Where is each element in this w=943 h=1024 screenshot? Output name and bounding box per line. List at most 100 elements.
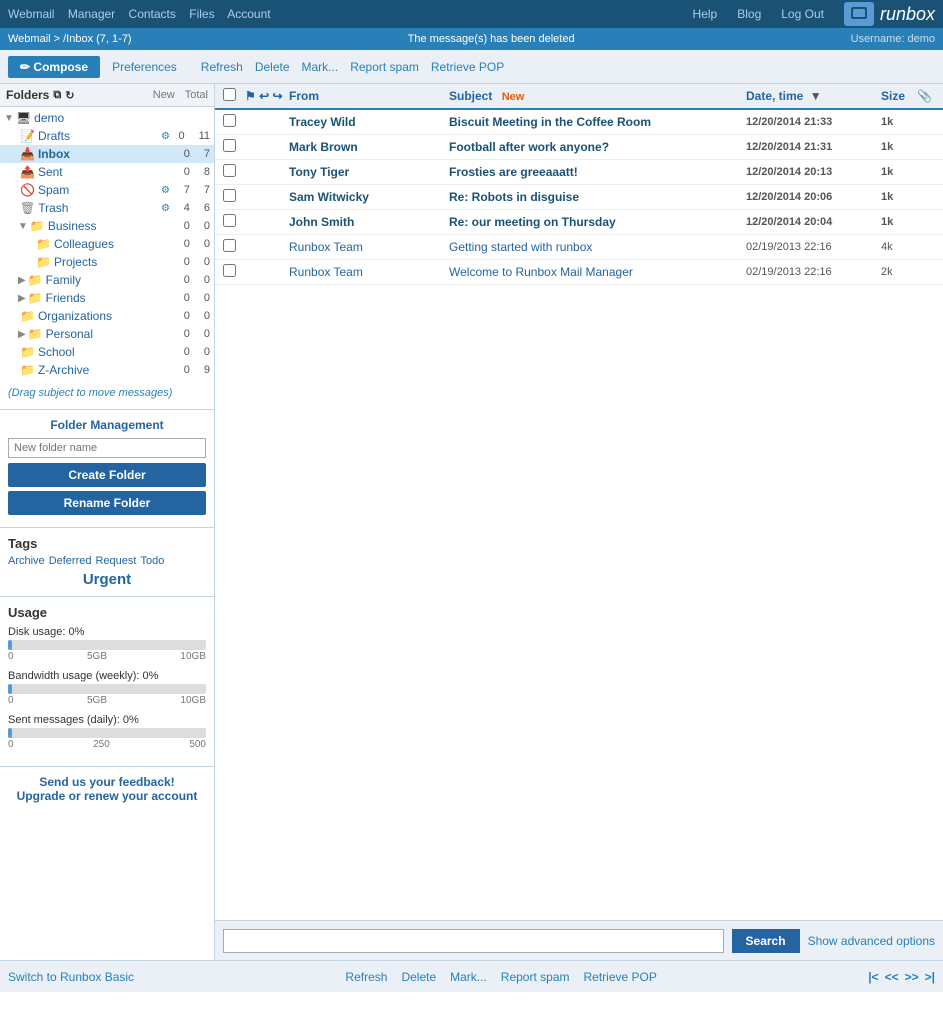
row-check-5[interactable] [223, 214, 245, 230]
row-subject-1[interactable]: Biscuit Meeting in the Coffee Room [449, 115, 746, 129]
compose-button[interactable]: ✏ Compose [8, 56, 100, 78]
row-from-7[interactable]: Runbox Team [289, 265, 449, 279]
nav-contacts[interactable]: Contacts [129, 7, 176, 21]
table-row[interactable]: Runbox Team Welcome to Runbox Mail Manag… [215, 260, 943, 285]
pager-first[interactable]: |< [868, 970, 878, 984]
preferences-link[interactable]: Preferences [112, 60, 177, 74]
header-size[interactable]: Size [881, 89, 917, 103]
mark-link[interactable]: Mark... [302, 60, 339, 74]
tag-request[interactable]: Request [95, 555, 136, 567]
row-from-1[interactable]: Tracey Wild [289, 115, 449, 129]
table-row[interactable]: Mark Brown Football after work anyone? 1… [215, 135, 943, 160]
nav-logout[interactable]: Log Out [781, 7, 824, 21]
bottom-refresh[interactable]: Refresh [345, 970, 387, 984]
row-subject-3[interactable]: Frosties are greeaaatt! [449, 165, 746, 179]
row-subject-7[interactable]: Welcome to Runbox Mail Manager [449, 265, 746, 279]
feedback-line1[interactable]: Send us your feedback! [39, 775, 174, 789]
nav-webmail[interactable]: Webmail [8, 7, 54, 21]
demo-icon: 🖥 [16, 111, 31, 125]
sidebar-item-personal[interactable]: ▶ 📁 Personal 0 0 [0, 325, 214, 343]
nav-help[interactable]: Help [693, 7, 718, 21]
pager-next[interactable]: >> [905, 970, 919, 984]
row-subject-5[interactable]: Re: our meeting on Thursday [449, 215, 746, 229]
table-row[interactable]: Tracey Wild Biscuit Meeting in the Coffe… [215, 110, 943, 135]
sidebar-item-demo[interactable]: ▼ 🖥 demo [0, 109, 214, 127]
tag-deferred[interactable]: Deferred [49, 555, 92, 567]
badge-drafts: ⚙ [161, 131, 170, 142]
table-row[interactable]: Runbox Team Getting started with runbox … [215, 235, 943, 260]
row-from-4[interactable]: Sam Witwicky [289, 190, 449, 204]
sidebar-item-inbox[interactable]: 📥 Inbox 0 7 [0, 145, 214, 163]
row-from-2[interactable]: Mark Brown [289, 140, 449, 154]
breadcrumb-bar: Webmail > /Inbox (7, 1-7) The message(s)… [0, 28, 943, 50]
header-from[interactable]: From [289, 89, 449, 103]
sidebar-item-colleagues[interactable]: 📁 Colleagues 0 0 [0, 235, 214, 253]
sidebar-item-drafts[interactable]: 📝 Drafts ⚙ 0 11 [0, 127, 214, 145]
header-attach: 📎 [917, 89, 935, 103]
delete-link[interactable]: Delete [255, 60, 290, 74]
row-check-7[interactable] [223, 264, 245, 280]
switch-basic-link[interactable]: Switch to Runbox Basic [8, 970, 134, 984]
personal-total: 0 [204, 328, 210, 340]
tag-urgent[interactable]: Urgent [8, 571, 206, 588]
bw-scale-0: 0 [8, 695, 14, 706]
bottom-mark[interactable]: Mark... [450, 970, 487, 984]
sidebar-item-spam[interactable]: 🚫 Spam ⚙ 7 7 [0, 181, 214, 199]
nav-blog[interactable]: Blog [737, 7, 761, 21]
sidebar-item-family[interactable]: ▶ 📁 Family 0 0 [0, 271, 214, 289]
table-row[interactable]: Sam Witwicky Re: Robots in disguise 12/2… [215, 185, 943, 210]
sidebar-item-trash[interactable]: 🗑 Trash ⚙ 4 6 [0, 199, 214, 217]
compose-label: Compose [33, 60, 88, 74]
folder-name-demo: demo [34, 111, 210, 125]
row-from-6[interactable]: Runbox Team [289, 240, 449, 254]
header-date[interactable]: Date, time ▼ [746, 89, 881, 103]
sidebar-item-projects[interactable]: 📁 Projects 0 0 [0, 253, 214, 271]
sidebar-item-friends[interactable]: ▶ 📁 Friends 0 0 [0, 289, 214, 307]
bottom-retrieve-pop[interactable]: Retrieve POP [584, 970, 657, 984]
row-subject-2[interactable]: Football after work anyone? [449, 140, 746, 154]
sidebar-item-business[interactable]: ▼ 📁 Business 0 0 [0, 217, 214, 235]
sidebar-item-organizations[interactable]: 📁 Organizations 0 0 [0, 307, 214, 325]
pager-last[interactable]: >| [925, 970, 935, 984]
table-row[interactable]: John Smith Re: our meeting on Thursday 1… [215, 210, 943, 235]
report-spam-link[interactable]: Report spam [350, 60, 419, 74]
sidebar-item-school[interactable]: 📁 School 0 0 [0, 343, 214, 361]
table-row[interactable]: Tony Tiger Frosties are greeaaatt! 12/20… [215, 160, 943, 185]
tag-archive[interactable]: Archive [8, 555, 45, 567]
sidebar-item-z-archive[interactable]: 📁 Z-Archive 0 9 [0, 361, 214, 379]
rename-folder-button[interactable]: Rename Folder [8, 491, 206, 515]
folders-title: Folders ⧉ ↻ [6, 88, 74, 102]
copy-icon[interactable]: ⧉ [53, 89, 61, 102]
bottom-delete[interactable]: Delete [401, 970, 436, 984]
retrieve-pop-link[interactable]: Retrieve POP [431, 60, 504, 74]
refresh-folders-icon[interactable]: ↻ [65, 89, 74, 102]
row-check-4[interactable] [223, 189, 245, 205]
nav-account[interactable]: Account [227, 7, 270, 21]
row-from-5[interactable]: John Smith [289, 215, 449, 229]
feedback-line2[interactable]: Upgrade or renew your account [17, 789, 198, 803]
row-check-2[interactable] [223, 139, 245, 155]
row-subject-6[interactable]: Getting started with runbox [449, 240, 746, 254]
create-folder-button[interactable]: Create Folder [8, 463, 206, 487]
pager-prev[interactable]: << [885, 970, 899, 984]
advanced-search-link[interactable]: Show advanced options [808, 934, 935, 948]
row-subject-4[interactable]: Re: Robots in disguise [449, 190, 746, 204]
row-check-1[interactable] [223, 114, 245, 130]
colleagues-icon: 📁 [36, 237, 51, 251]
new-folder-input[interactable] [8, 438, 206, 458]
nav-files[interactable]: Files [189, 7, 214, 21]
row-check-3[interactable] [223, 164, 245, 180]
bottom-report-spam[interactable]: Report spam [501, 970, 570, 984]
search-button[interactable]: Search [732, 929, 800, 953]
tag-todo[interactable]: Todo [140, 555, 164, 567]
top-nav: Webmail Manager Contacts Files Account H… [0, 0, 943, 28]
header-subject[interactable]: Subject New [449, 89, 746, 103]
select-all-checkbox[interactable] [223, 88, 236, 101]
search-input[interactable] [223, 929, 724, 953]
nav-manager[interactable]: Manager [68, 7, 115, 21]
refresh-link[interactable]: Refresh [201, 60, 243, 74]
sent-usage-label: Sent messages (daily): 0% [8, 714, 206, 726]
row-check-6[interactable] [223, 239, 245, 255]
row-from-3[interactable]: Tony Tiger [289, 165, 449, 179]
sidebar-item-sent[interactable]: 📤 Sent 0 8 [0, 163, 214, 181]
